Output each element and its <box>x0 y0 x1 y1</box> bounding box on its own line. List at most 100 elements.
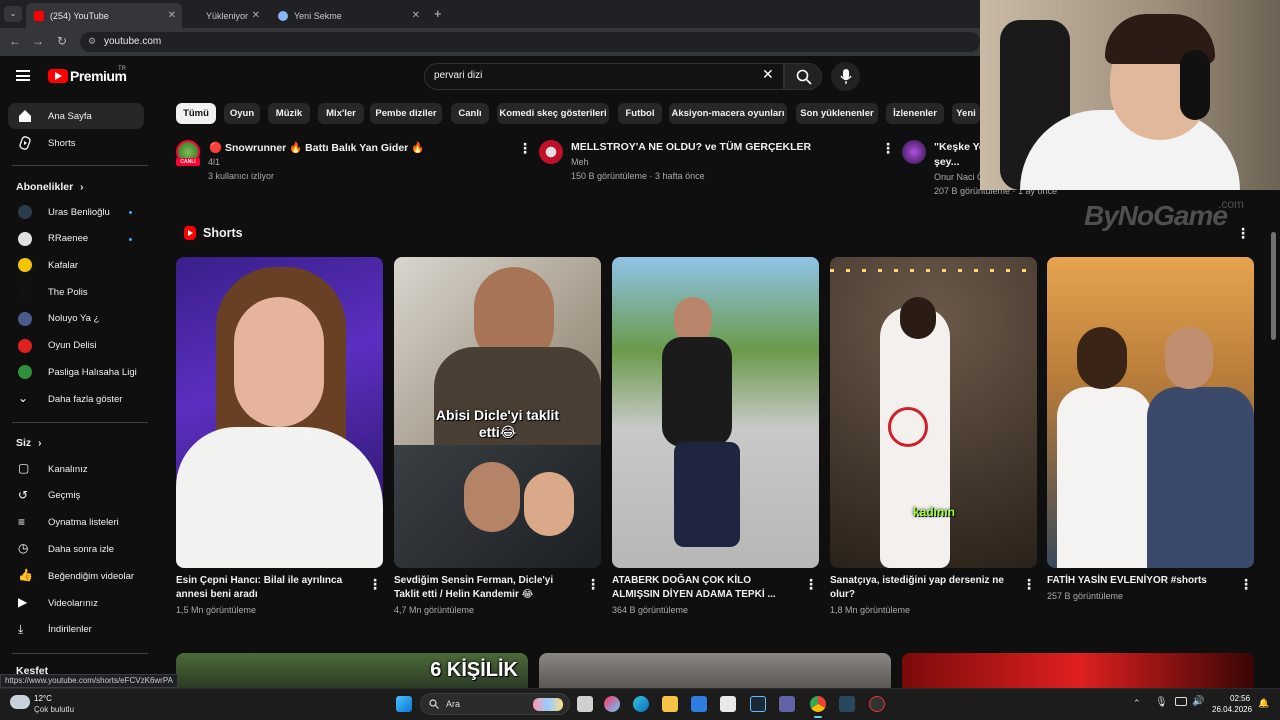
tray-chevron-icon[interactable]: ⌃ <box>1133 698 1141 709</box>
sidebar-item-playlists[interactable]: ≡ Oynatma listeleri <box>8 510 144 536</box>
sidebar-item-subscription[interactable]: Oyun Delisi <box>8 333 144 359</box>
video-channel[interactable]: Meh <box>571 157 589 167</box>
short-thumbnail[interactable] <box>612 257 819 568</box>
weather-icon[interactable] <box>10 695 30 709</box>
reload-icon[interactable]: ↻ <box>54 34 70 48</box>
sidebar-item-watch-later[interactable]: ◷ Daha sonra izle <box>8 536 144 562</box>
video-thumbnail[interactable] <box>902 653 1254 689</box>
filter-chip[interactable]: Müzik <box>268 103 310 124</box>
file-explorer-icon[interactable] <box>662 696 678 712</box>
subscriptions-heading[interactable]: Abonelikler › <box>16 181 83 193</box>
tray-mic-icon[interactable]: 🎙 <box>1155 697 1168 708</box>
filter-chip[interactable]: Son yüklenenler <box>796 103 878 124</box>
filter-chip[interactable]: Oyun <box>224 103 260 124</box>
sidebar-item-subscription[interactable]: Noluyo Ya ¿ <box>8 306 144 332</box>
voice-search-button[interactable] <box>831 62 860 91</box>
filter-chip[interactable]: Pembe diziler <box>370 103 442 124</box>
app-icon[interactable] <box>869 696 885 712</box>
sidebar-item-your-videos[interactable]: ▶ Videolarınız <box>8 590 144 616</box>
more-options-icon[interactable] <box>804 576 818 593</box>
sidebar-item-subscription[interactable]: Uras Benlioğlu <box>8 199 144 225</box>
sidebar-item-download[interactable]: ⤓ İndirilenler <box>8 617 144 643</box>
close-tab-icon[interactable]: ✕ <box>412 10 420 21</box>
sidebar-item-home[interactable]: Ana Sayfa <box>8 103 144 129</box>
task-view-icon[interactable] <box>577 696 593 712</box>
sidebar-item-subscription[interactable]: Pasliga Halısaha Ligi <box>8 359 144 385</box>
menu-icon[interactable] <box>16 70 30 81</box>
you-heading[interactable]: Siz › <box>16 437 41 449</box>
network-icon[interactable] <box>1175 697 1187 706</box>
edge-icon[interactable] <box>633 696 649 712</box>
short-title[interactable]: Sevdiğim Sensin Ferman, Dicle'yi Taklit … <box>394 574 574 602</box>
teams-icon[interactable] <box>779 696 795 712</box>
sidebar-item-shorts[interactable]: Shorts <box>8 130 144 156</box>
filter-chip[interactable]: İzlenenler <box>886 103 944 124</box>
url-field[interactable]: ⚙ youtube.com <box>80 32 980 52</box>
shorts-more-options-icon[interactable] <box>1236 225 1250 242</box>
more-options-icon[interactable] <box>1022 576 1036 593</box>
sidebar-item-subscription[interactable]: Kafalar <box>8 252 144 278</box>
tab-new[interactable]: Yeni Sekme ✕ <box>270 3 426 28</box>
video-title[interactable]: "Keşke Yo <box>934 141 985 153</box>
chrome-icon[interactable] <box>810 696 826 712</box>
more-options-icon[interactable] <box>586 576 600 593</box>
short-title[interactable]: ATABERK DOĞAN ÇOK KİLO ALMIŞSIN DİYEN AD… <box>612 574 792 602</box>
more-options-icon[interactable] <box>518 140 532 157</box>
video-title[interactable]: MELLSTROY'A NE OLDU? ve TÜM GERÇEKLER <box>571 141 811 153</box>
filter-chip[interactable]: Aksiyon-macera oyunları <box>669 103 787 124</box>
video-title[interactable]: 🔴 Snowrunner 🔥 Battı Balık Yan Gider 🔥 <box>209 141 424 154</box>
short-title[interactable]: FATİH YASİN EVLENİYOR #shorts <box>1047 574 1227 588</box>
filter-chip[interactable]: Mix'ler <box>318 103 364 124</box>
video-channel[interactable]: 4l1 <box>208 157 220 167</box>
short-title[interactable]: Sanatçıya, istediğini yap derseniz ne ol… <box>830 574 1010 602</box>
channel-avatar[interactable] <box>902 140 926 164</box>
short-title[interactable]: Esin Çepni Hancı: Bilal ile ayrılınca an… <box>176 574 356 602</box>
weather-temp[interactable]: 12°C <box>34 694 52 703</box>
steam-icon[interactable] <box>750 696 766 712</box>
search-button[interactable] <box>784 63 822 90</box>
youtube-logo-icon[interactable] <box>48 69 68 83</box>
store-icon[interactable] <box>720 696 736 712</box>
tab-loading[interactable]: Yükleniyor ✕ <box>186 3 266 28</box>
filter-chip[interactable]: Yeni <box>952 103 980 124</box>
tab-list-button[interactable]: ⌄ <box>4 6 22 22</box>
video-title-line2[interactable]: şey... <box>934 156 960 168</box>
video-thumbnail[interactable]: 6 KİŞİLİK <box>176 653 528 689</box>
sidebar-item-subscription[interactable]: RRaenee <box>8 226 144 252</box>
sidebar-item-like[interactable]: 👍 Beğendiğim videolar <box>8 563 144 589</box>
close-tab-icon[interactable]: ✕ <box>252 10 260 21</box>
more-options-icon[interactable] <box>881 140 895 157</box>
more-options-icon[interactable] <box>368 576 382 593</box>
clock-time[interactable]: 02:56 <box>1230 694 1250 703</box>
sidebar-item-channel[interactable]: ▢ Kanalınız <box>8 456 144 482</box>
show-more-button[interactable]: ⌄ Daha fazla göster <box>8 386 144 412</box>
video-thumbnail[interactable] <box>539 653 891 689</box>
short-thumbnail[interactable] <box>176 257 383 568</box>
site-info-icon[interactable]: ⚙ <box>88 36 96 47</box>
video-channel[interactable]: Onur Naci Ö <box>934 172 984 182</box>
clock-date[interactable]: 26.04.2026 <box>1212 705 1252 714</box>
notifications-icon[interactable]: 🔔 <box>1258 698 1269 709</box>
filter-chip[interactable]: Canlı <box>451 103 489 124</box>
more-options-icon[interactable] <box>1239 576 1253 593</box>
channel-avatar[interactable] <box>539 140 563 164</box>
short-thumbnail[interactable] <box>1047 257 1254 568</box>
mail-icon[interactable] <box>691 696 707 712</box>
copilot-icon[interactable] <box>604 696 620 712</box>
volume-icon[interactable]: 🔊 <box>1192 696 1204 707</box>
forward-arrow-icon[interactable]: → <box>30 34 46 48</box>
sidebar-item-history[interactable]: ↺ Geçmiş <box>8 483 144 509</box>
back-arrow-icon[interactable]: ← <box>7 34 23 48</box>
new-tab-button[interactable]: + <box>434 6 442 21</box>
sidebar-item-subscription[interactable]: The Polis <box>8 279 144 305</box>
weather-desc[interactable]: Çok bulutlu <box>34 705 74 714</box>
tab-youtube[interactable]: (254) YouTube ✕ <box>26 3 182 28</box>
filter-chip[interactable]: Komedi skeç gösterileri <box>497 103 609 124</box>
close-tab-icon[interactable]: ✕ <box>168 10 176 21</box>
steam-alt-icon[interactable] <box>839 696 855 712</box>
taskbar-search-box[interactable] <box>420 693 570 715</box>
filter-chip[interactable]: Tümü <box>176 103 216 124</box>
windows-start-icon[interactable] <box>396 696 412 712</box>
clear-search-icon[interactable]: ✕ <box>762 66 774 83</box>
filter-chip[interactable]: Futbol <box>618 103 662 124</box>
